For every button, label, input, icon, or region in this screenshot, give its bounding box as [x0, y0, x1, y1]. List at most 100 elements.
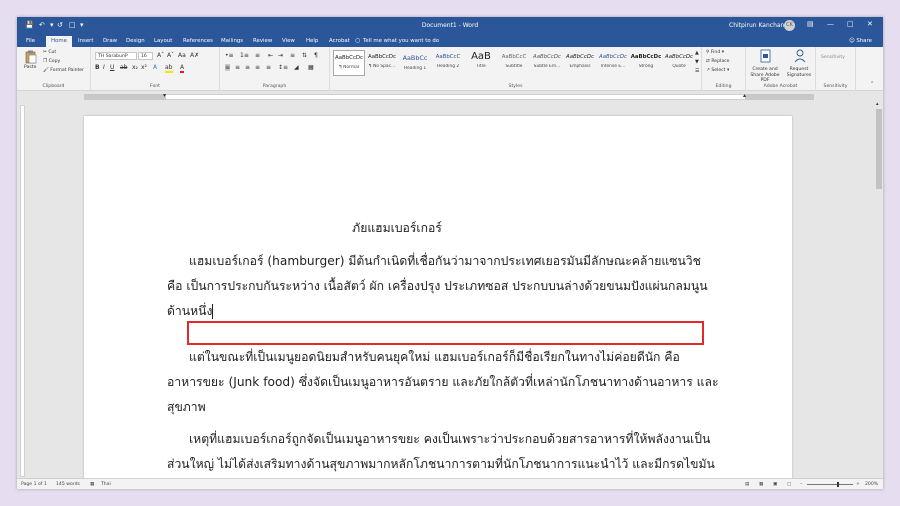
- minimize-icon[interactable]: —: [827, 20, 834, 28]
- indent-marker-icon[interactable]: ▾: [163, 92, 166, 99]
- numbering-icon[interactable]: 1≡: [240, 52, 249, 59]
- zoom-slider-thumb[interactable]: [837, 482, 839, 487]
- document-page[interactable]: ภัยแฮมเบอร์เกอร์ แฮมเบอร์เกอร์ (hamburge…: [84, 116, 792, 478]
- horizontal-ruler[interactable]: ▾ ▴: [17, 92, 883, 101]
- style-quote[interactable]: AaBbCcDc Quote: [663, 50, 695, 76]
- style-no-spacing[interactable]: AaBbCcDc ¶ No Spac...: [366, 50, 398, 76]
- superscript-icon[interactable]: x²: [141, 64, 147, 71]
- scroll-up-icon[interactable]: ▴: [876, 101, 879, 108]
- show-hide-marks-icon[interactable]: ¶: [314, 52, 318, 59]
- thai-distributed-icon[interactable]: ≡: [266, 64, 271, 71]
- word-count[interactable]: 145 words: [56, 482, 80, 487]
- style-normal[interactable]: AaBbCcDc ¶ Normal: [333, 50, 365, 76]
- tab-draw[interactable]: Draw: [103, 38, 117, 44]
- focus-mode-icon[interactable]: ▤: [745, 482, 749, 487]
- tab-review[interactable]: Review: [253, 38, 272, 44]
- tab-design[interactable]: Design: [126, 38, 145, 44]
- copy-button[interactable]: ❐ Copy: [43, 59, 60, 64]
- scrollbar-thumb[interactable]: [876, 109, 882, 189]
- user-name[interactable]: Chitpirun Kanchana: [729, 22, 788, 29]
- underline-icon[interactable]: U: [110, 64, 114, 71]
- highlight-color-icon[interactable]: ab: [165, 64, 173, 73]
- styles-scroll-down-icon[interactable]: ▼: [695, 59, 699, 66]
- style-subtitle[interactable]: AaBbCcC Subtitle: [498, 50, 530, 76]
- right-indent-marker-icon[interactable]: ▴: [743, 92, 746, 99]
- read-mode-icon[interactable]: ▦: [759, 482, 763, 487]
- style-intense-emphasis[interactable]: AaBbCcDc Intense E...: [597, 50, 629, 76]
- sort-icon[interactable]: ⇅: [302, 52, 307, 59]
- proofing-icon[interactable]: ▦: [90, 482, 94, 487]
- tab-insert[interactable]: Insert: [78, 38, 93, 44]
- style-heading-2[interactable]: AaBbCcC Heading 2: [432, 50, 464, 76]
- web-layout-icon[interactable]: ▢: [787, 482, 791, 487]
- collapse-ribbon-icon[interactable]: ⌃: [870, 81, 874, 88]
- replace-button[interactable]: ⇄ Replace: [706, 59, 729, 64]
- align-right-icon[interactable]: ≡: [245, 64, 250, 71]
- style-subtle-emphasis[interactable]: AaBbCcDc Subtle Em...: [531, 50, 563, 76]
- font-color-icon[interactable]: A: [180, 64, 185, 73]
- strikethrough-icon[interactable]: ab: [120, 64, 128, 71]
- grow-font-icon[interactable]: Aˆ: [157, 52, 164, 59]
- borders-icon[interactable]: ▦: [308, 64, 314, 71]
- styles-more-icon[interactable]: ☰: [695, 68, 699, 75]
- ribbon-display-options-icon[interactable]: ▤: [807, 20, 814, 28]
- styles-scroll-up-icon[interactable]: ▲: [695, 50, 699, 57]
- zoom-slider[interactable]: [807, 484, 853, 485]
- request-signatures-button[interactable]: Request Signatures: [784, 67, 814, 78]
- find-button[interactable]: ⚲ Find ▾: [706, 50, 724, 55]
- align-center-icon[interactable]: ≡: [235, 64, 240, 71]
- tab-mailings[interactable]: Mailings: [221, 38, 243, 44]
- font-name-combo[interactable]: TH SarabunP: [95, 52, 137, 60]
- tab-acrobat[interactable]: Acrobat: [329, 38, 350, 44]
- justify-icon[interactable]: ≡: [255, 64, 260, 71]
- create-pdf-icon[interactable]: [760, 49, 772, 63]
- shading-icon[interactable]: ◢: [294, 64, 299, 71]
- bold-icon[interactable]: B: [95, 64, 100, 71]
- align-left-icon[interactable]: ≡: [225, 64, 231, 71]
- zoom-out-icon[interactable]: –: [800, 482, 802, 487]
- change-case-icon[interactable]: Aa: [178, 52, 186, 59]
- font-size-combo[interactable]: 16: [138, 52, 153, 60]
- tab-home[interactable]: Home: [46, 36, 72, 47]
- tab-file[interactable]: File: [26, 38, 35, 44]
- tab-help[interactable]: Help: [306, 38, 318, 44]
- request-signatures-icon[interactable]: [794, 49, 806, 63]
- style-strong[interactable]: AaBbCcDc Strong: [630, 50, 662, 76]
- language-indicator[interactable]: Thai: [101, 482, 111, 487]
- cut-button[interactable]: ✂ Cut: [43, 50, 56, 55]
- paste-icon[interactable]: [25, 50, 37, 64]
- page-count[interactable]: Page 1 of 1: [21, 482, 47, 487]
- style-heading-1[interactable]: AaBbCc Heading 1: [399, 50, 431, 76]
- text-effects-icon[interactable]: A: [153, 64, 157, 71]
- zoom-level[interactable]: 200%: [865, 482, 878, 487]
- select-button[interactable]: ↗ Select ▾: [706, 68, 729, 73]
- zoom-in-icon[interactable]: +: [856, 482, 860, 487]
- avatar[interactable]: CK: [784, 20, 795, 31]
- create-share-pdf-button[interactable]: Create and Share Adobe PDF: [747, 67, 783, 84]
- print-layout-icon[interactable]: ▣: [773, 482, 777, 487]
- sensitivity-button[interactable]: Sensitivity: [821, 55, 845, 60]
- multilevel-list-icon[interactable]: ≡: [255, 52, 260, 59]
- clear-formatting-icon[interactable]: A✗: [190, 52, 199, 59]
- tab-layout[interactable]: Layout: [154, 38, 172, 44]
- tell-me-search[interactable]: Tell me what you want to do: [363, 38, 439, 44]
- paste-button[interactable]: Paste: [24, 65, 36, 70]
- line-spacing-icon[interactable]: ↕≡: [278, 64, 288, 71]
- bullets-icon[interactable]: •≡: [225, 52, 234, 59]
- decrease-indent-icon[interactable]: ⇤: [268, 52, 273, 59]
- close-icon[interactable]: ✕: [867, 20, 873, 28]
- italic-icon[interactable]: I: [103, 64, 105, 71]
- increase-indent-icon[interactable]: ⇥: [278, 52, 283, 59]
- tab-view[interactable]: View: [282, 38, 295, 44]
- subscript-icon[interactable]: x₂: [132, 64, 138, 71]
- style-emphasis[interactable]: AaBbCcDc Emphasis: [564, 50, 596, 76]
- distributed-icon[interactable]: ≡: [290, 52, 295, 59]
- vertical-ruler[interactable]: [20, 105, 25, 477]
- vertical-scrollbar[interactable]: ▴: [875, 101, 883, 478]
- shrink-font-icon[interactable]: Aˇ: [167, 52, 174, 59]
- style-title[interactable]: AaB Title: [465, 50, 497, 76]
- tab-references[interactable]: References: [183, 38, 213, 44]
- maximize-icon[interactable]: □: [847, 20, 854, 28]
- format-painter-button[interactable]: 🖌 Format Painter: [43, 68, 84, 73]
- share-button[interactable]: ☺ Share: [849, 38, 872, 44]
